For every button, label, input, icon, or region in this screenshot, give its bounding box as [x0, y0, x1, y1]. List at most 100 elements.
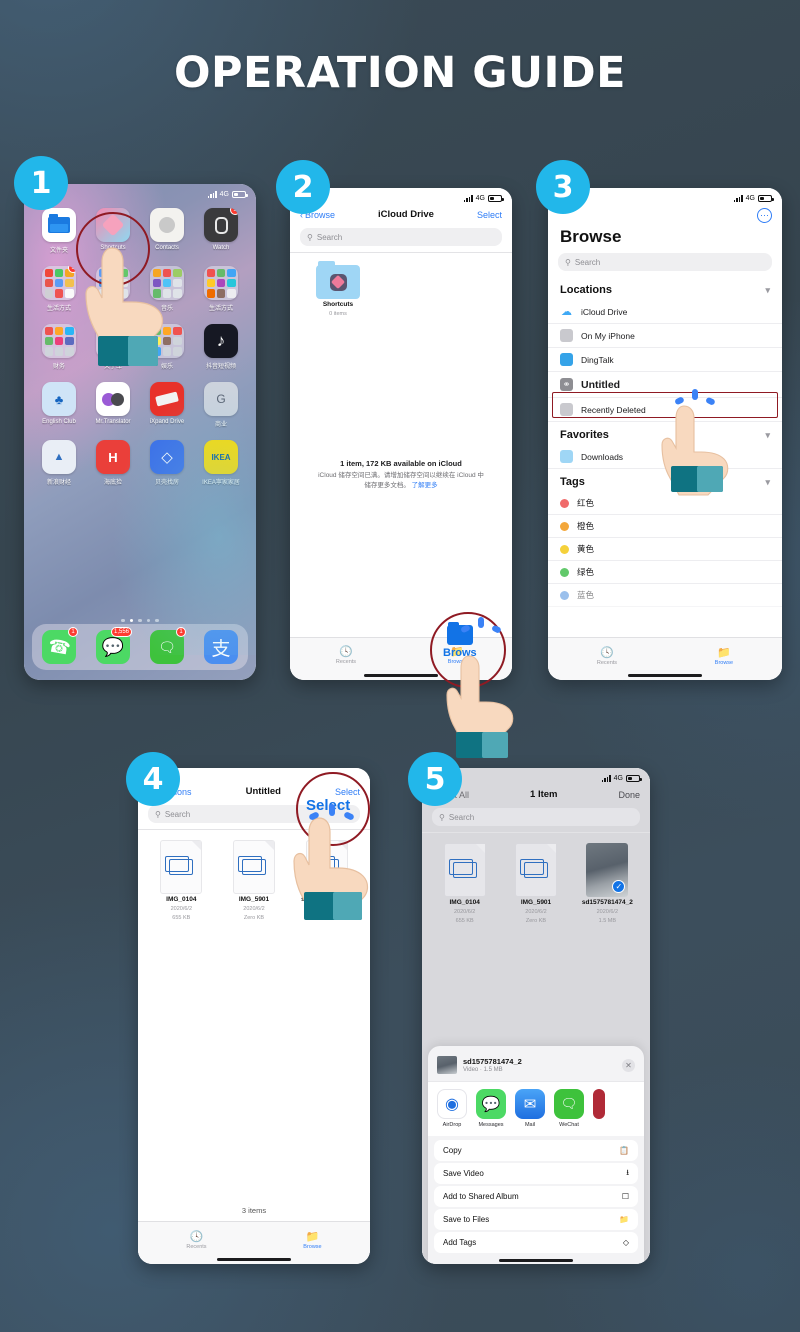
file-date: 2020/6/2: [525, 909, 547, 916]
search-input[interactable]: ⚲ Search: [558, 253, 772, 271]
dock-phone[interactable]: ☎ 1: [42, 627, 78, 664]
app-folder-music[interactable]: 音乐: [140, 266, 194, 324]
close-icon[interactable]: ✕: [622, 1058, 635, 1072]
watch-icon: 1: [204, 208, 238, 242]
search-input[interactable]: ⚲ Search: [432, 808, 640, 826]
action-save-to-files[interactable]: Save to Files 📁: [434, 1209, 638, 1230]
location-item-dingtalk[interactable]: DingTalk: [548, 348, 782, 372]
home-indicator: [428, 1255, 644, 1264]
app-folder-finance[interactable]: 财务: [32, 324, 86, 382]
app-folder-lifestyle[interactable]: 1 生活方式: [32, 266, 86, 324]
done-button[interactable]: Done: [618, 790, 640, 800]
app-translator[interactable]: Mr.Translator: [86, 382, 140, 440]
cloud-icon: ☁: [561, 306, 572, 318]
airdrop-icon: ◉: [437, 1089, 467, 1119]
file-name: IMG_5901: [520, 899, 552, 906]
album-icon: ☐: [621, 1192, 629, 1201]
location-item-icloud-drive[interactable]: ☁ iCloud Drive: [548, 300, 782, 324]
app-english-club[interactable]: ♣ English Club: [32, 382, 86, 440]
file-item[interactable]: sd1575781474_2 2020/6/2 1.5 MB: [293, 840, 360, 922]
chevron-down-icon[interactable]: ▾: [765, 477, 770, 488]
tab-recents[interactable]: 🕓 Recents: [336, 645, 356, 665]
share-apps-row: ◉ AirDrop 💬 Messages ✉ Mail 🗨 WeChat: [428, 1081, 644, 1136]
tab-browse[interactable]: 📁 Browse: [715, 646, 733, 666]
business-icon: G: [204, 382, 238, 416]
favorite-item-downloads[interactable]: Downloads: [548, 445, 782, 469]
footer-line-1: 1 item, 172 KB available on iCloud: [340, 458, 462, 468]
share-target-label: WeChat: [559, 1122, 579, 1128]
app-business[interactable]: G 商业: [194, 382, 248, 440]
page-title: Browse: [560, 227, 622, 246]
action-save-video[interactable]: Save Video ⭳: [434, 1163, 638, 1184]
action-copy[interactable]: Copy 📋: [434, 1140, 638, 1161]
badge-count: 1: [68, 627, 78, 637]
app-ixpand-drive[interactable]: iXpand Drive: [140, 382, 194, 440]
app-watch[interactable]: 1 Watch: [194, 208, 248, 266]
search-input[interactable]: ⚲ Search: [300, 228, 502, 246]
item-label: Downloads: [581, 451, 624, 462]
clock-icon: 🕓: [339, 646, 353, 659]
folder-icon: [42, 324, 76, 358]
tag-dot-icon: [560, 544, 569, 554]
footer-line-2: iCloud 储存空间已满。请增加储存空间以继续在 iCloud 中: [318, 471, 484, 479]
action-add-to-shared-album[interactable]: Add to Shared Album ☐: [434, 1186, 638, 1207]
dingtalk-icon: [560, 353, 573, 366]
folder-icon: [316, 261, 360, 299]
share-target-messages[interactable]: 💬 Messages: [476, 1089, 506, 1128]
signal-icon: [733, 194, 743, 202]
files-icon: [42, 208, 76, 242]
app-label: English Club: [42, 419, 76, 425]
tag-item-yellow[interactable]: 黄色: [548, 538, 782, 561]
chevron-down-icon[interactable]: ▾: [765, 430, 770, 441]
app-folder-entertainment[interactable]: 娱乐: [140, 324, 194, 382]
dock-wechat[interactable]: 🗨 1: [150, 627, 186, 664]
app-haidilao[interactable]: H 海底捡: [86, 440, 140, 498]
file-size: Zero KB: [243, 915, 265, 922]
action-add-tags[interactable]: Add Tags ◇: [434, 1232, 638, 1253]
share-target-more[interactable]: [593, 1089, 605, 1128]
tag-item-blue[interactable]: 蓝色: [548, 584, 782, 607]
file-item-selected[interactable]: ✓ sd1575781474_2 2020/6/2 1.5 MB: [575, 843, 640, 925]
learn-more-link[interactable]: 了解更多: [412, 482, 438, 489]
file-item[interactable]: IMG_0104 2020/6/2 655 KB: [432, 843, 497, 925]
more-options-icon[interactable]: ⋯: [757, 208, 772, 223]
app-label: 商业: [214, 422, 227, 428]
app-sina-finance[interactable]: ▲ 新浪财经: [32, 440, 86, 498]
file-date: 2020/6/2: [596, 909, 619, 916]
item-label: On My iPhone: [581, 330, 635, 341]
app-ikea[interactable]: IKEA IKEA寜家家居: [194, 440, 248, 498]
location-item-on-my-iphone[interactable]: On My iPhone: [548, 324, 782, 348]
dock-alipay[interactable]: 支: [204, 630, 238, 664]
tag-dot-icon: [560, 590, 569, 600]
folder-item-shortcuts[interactable]: Shortcuts 0 items: [310, 261, 366, 318]
file-item[interactable]: IMG_5901 2020/6/2 Zero KB: [503, 843, 568, 925]
app-tiktok[interactable]: ♪ 抖音短视频: [194, 324, 248, 382]
file-item[interactable]: IMG_0104 2020/6/2 655 KB: [148, 840, 215, 922]
tab-recents[interactable]: 🕓 Recents: [186, 1230, 206, 1250]
tag-item-orange[interactable]: 橙色: [548, 515, 782, 538]
app-label: iXpand Drive: [149, 419, 185, 425]
select-button[interactable]: Select: [477, 210, 502, 220]
dock-messages[interactable]: 💬 1,556: [96, 627, 132, 664]
share-target-airdrop[interactable]: ◉ AirDrop: [437, 1089, 467, 1128]
search-placeholder: Search: [164, 809, 191, 819]
nav-title: iCloud Drive: [378, 209, 434, 220]
network-label: 4G: [613, 774, 623, 782]
action-label: Add to Shared Album: [443, 1192, 519, 1201]
tag-item-red[interactable]: 红色: [548, 492, 782, 515]
tab-recents[interactable]: 🕓 Recents: [597, 646, 617, 666]
video-file-icon: [160, 840, 203, 894]
tag-item-green[interactable]: 绿色: [548, 561, 782, 584]
tab-bar: 🕓 Recents 📁 Browse: [138, 1221, 370, 1255]
share-target-wechat[interactable]: 🗨 WeChat: [554, 1089, 584, 1128]
chevron-down-icon[interactable]: ▾: [765, 285, 770, 296]
file-item[interactable]: IMG_5901 2020/6/2 Zero KB: [221, 840, 288, 922]
tab-browse[interactable]: 📁 Browse: [303, 1230, 321, 1250]
app-folder-lifestyle2[interactable]: 生活方式: [194, 266, 248, 324]
files-app-browse: 4G ⋯ Browse ⚲ Search Locations ▾ ☁ iClou…: [548, 188, 782, 680]
app-beike[interactable]: ◇ 贝壳找房: [140, 440, 194, 498]
app-folder-car[interactable]: 关子车: [86, 324, 140, 382]
search-icon: ⚲: [565, 257, 571, 267]
share-target-label: Mail: [524, 1122, 536, 1128]
share-target-mail[interactable]: ✉ Mail: [515, 1089, 545, 1128]
